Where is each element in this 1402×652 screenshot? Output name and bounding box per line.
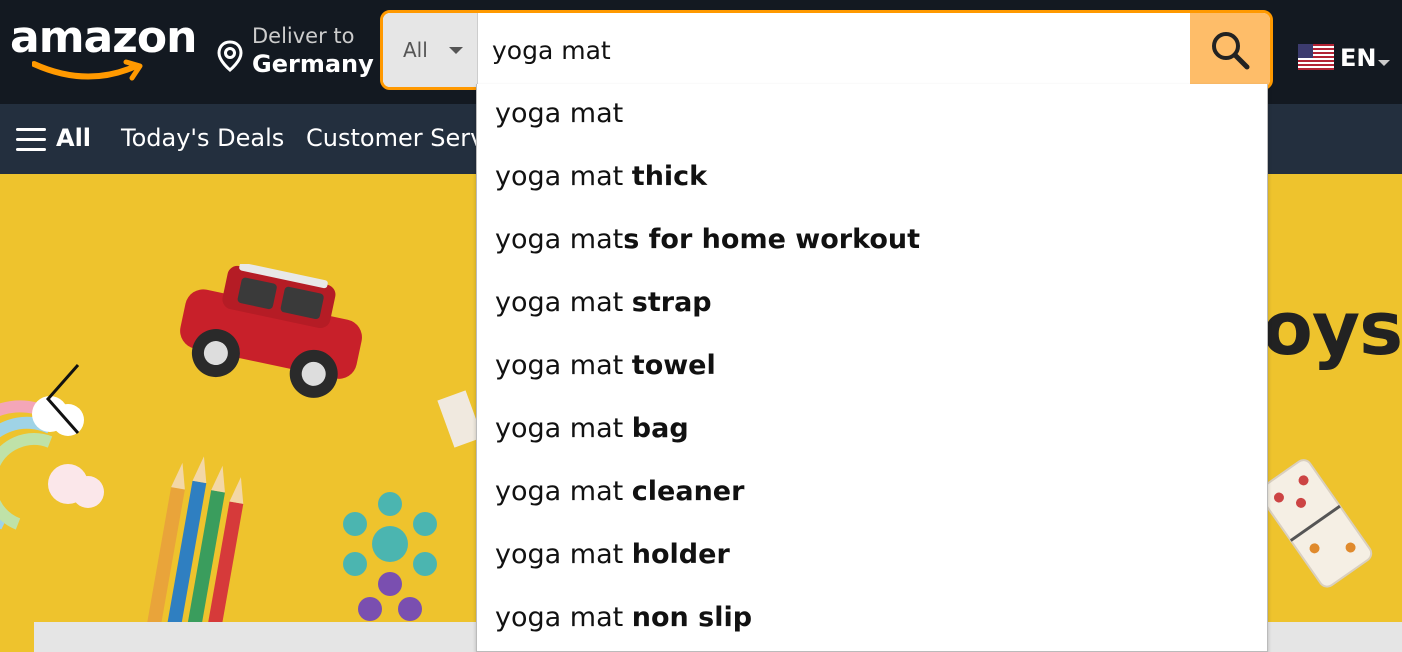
suggestion-item[interactable]: yoga mat thick — [495, 161, 707, 201]
language-selector[interactable]: EN — [1298, 40, 1398, 80]
suggestion-prefix: yoga mat — [495, 224, 624, 255]
search-bar: All — [380, 10, 1273, 90]
toy-flower-illustration — [343, 492, 437, 621]
suggestion-prefix: yoga mat — [495, 539, 632, 570]
suggestion-completion: strap — [631, 287, 712, 318]
suggestion-completion: thick — [631, 161, 708, 192]
deliver-country: Germany — [252, 50, 374, 78]
suggestion-item[interactable]: yoga mat strap — [495, 287, 712, 327]
suggestion-item[interactable]: yoga mats for home workout — [495, 224, 920, 264]
suggestion-prefix: yoga mat — [495, 476, 632, 507]
deliver-to-location[interactable]: Deliver to Germany — [216, 20, 374, 80]
suggestion-item[interactable]: yoga mat holder — [495, 539, 730, 579]
us-flag-icon — [1298, 44, 1334, 70]
suggestion-completion: s for home workout — [623, 224, 921, 255]
caret-down-icon — [1378, 60, 1390, 66]
suggestion-prefix: yoga mat — [495, 602, 632, 633]
suggestion-item[interactable]: yoga mat non slip — [495, 602, 752, 642]
search-input[interactable] — [478, 13, 1190, 87]
logo-text: amazon — [10, 12, 197, 63]
toy-car-illustration — [180, 264, 362, 398]
hero-headline: oys — [1262, 286, 1402, 372]
location-pin-icon — [217, 40, 243, 72]
suggestion-item[interactable]: yoga mat towel — [495, 350, 716, 390]
dominoes-illustration — [1265, 459, 1373, 588]
caret-down-icon — [449, 47, 463, 54]
suggestion-prefix: yoga mat — [495, 161, 632, 192]
search-suggestions-dropdown: yoga mat yoga mat thick yoga mats for ho… — [476, 84, 1268, 652]
logo-smile-icon — [32, 59, 143, 81]
suggestion-completion: bag — [631, 413, 689, 444]
deliver-label: Deliver to — [252, 24, 355, 48]
suggestion-prefix: yoga mat — [495, 98, 624, 129]
search-category-label: All — [403, 38, 428, 62]
suggestion-item[interactable]: yoga mat — [495, 98, 623, 138]
suggestion-prefix: yoga mat — [495, 287, 632, 318]
suggestion-completion: cleaner — [631, 476, 745, 507]
hamburger-menu-icon[interactable] — [16, 128, 46, 152]
carousel-prev-arrow-icon[interactable] — [40, 359, 90, 439]
suggestion-item[interactable]: yoga mat cleaner — [495, 476, 744, 516]
search-category-dropdown[interactable]: All — [383, 13, 478, 87]
nav-link-customer-service[interactable]: Customer Servi — [306, 124, 491, 152]
amazon-logo[interactable]: amazon — [10, 14, 197, 86]
language-code: EN — [1340, 44, 1377, 72]
suggestion-completion: towel — [631, 350, 716, 381]
nav-link-todays-deals[interactable]: Today's Deals — [121, 124, 284, 152]
suggestion-completion: non slip — [631, 602, 753, 633]
suggestion-prefix: yoga mat — [495, 413, 632, 444]
suggestion-item[interactable]: yoga mat bag — [495, 413, 689, 453]
search-icon — [1212, 32, 1250, 70]
search-submit-button[interactable] — [1190, 13, 1270, 87]
all-menu-button[interactable]: All — [56, 124, 91, 152]
suggestion-completion: holder — [631, 539, 730, 570]
suggestion-prefix: yoga mat — [495, 350, 632, 381]
